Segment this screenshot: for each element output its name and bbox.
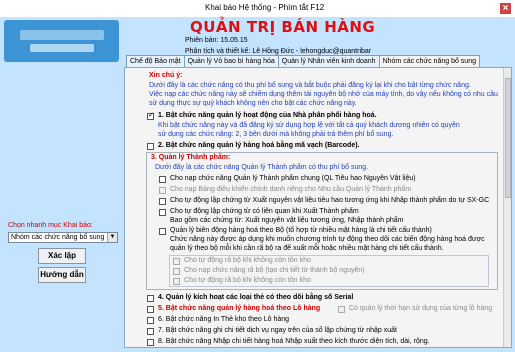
item3-opt1-label: Cho nạp chức năng Quản lý Thành phẩm chu… [170,175,416,182]
sub-opt1-label: Cho tự động rã bộ khi không còn tồn kho [184,257,311,264]
item7-checkbox[interactable] [147,328,154,335]
item3-label: 3. Quản lý Thành phẩm: [151,154,231,161]
item4-checkbox[interactable] [147,295,154,302]
app-title: QUẢN TRỊ BÁN HÀNG [190,18,376,36]
sub-opt3-label: Cho tự động rã bộ khi không còn tồn kho [184,277,311,284]
close-icon[interactable]: × [499,2,512,15]
sub-opt3-checkbox[interactable] [173,278,180,285]
apply-button[interactable]: Xác lập [38,248,86,264]
extra-functions-panel: Xin chú ý: Dưới đây là các chức năng có … [124,67,512,348]
item2-checkbox[interactable] [147,143,154,150]
sub-opt1-checkbox[interactable] [173,258,180,265]
item1-label: 1. Bật chức năng quản lý hoạt động của N… [158,112,377,119]
window-titlebar: Khai báo Hệ thống - Phím tắt F12 × [0,0,515,17]
app-logo [4,20,119,62]
item1-checkbox[interactable] [147,111,154,120]
item3-opt4-note: Bao gồm các chứng từ: Xuất nguyên vật li… [170,217,404,224]
quick-select-dropdown[interactable]: Nhóm các chức năng bổ sung ▼ [8,232,118,243]
intro-line-1: Dưới đây là các chức năng có thu phí bổ … [149,82,471,89]
tab-bar: Chế độ Bảo mật Quản lý Vỏ bao bì hàng hó… [126,55,480,68]
intro-line-3: sử dụng thực sự quý khách không nên cho … [149,100,357,107]
chevron-down-icon[interactable]: ▼ [107,233,117,242]
item3-opt3-checkbox[interactable] [159,198,166,205]
item4-label: 4. Quản lý kích hoạt các loại thẻ có the… [158,294,354,301]
quick-select-label: Chọn nhanh mục Khai báo: [8,222,93,229]
credits-label: Phân tích và thiết kế: Lê Hồng Đức - leh… [185,48,372,55]
help-button[interactable]: Hướng dẫn [38,267,86,283]
vertical-scrollbar[interactable] [503,68,511,347]
item7-label: 7. Bật chức năng ghi chi tiết dịch vụ ng… [158,327,397,334]
intro-line-2: Việc nạp các chức năng này sẽ chiếm dụng… [149,91,498,98]
item5-side-checkbox[interactable] [338,306,345,313]
sub-opt2-label: Cho nạp chức năng rã bộ (tạo chi tiết từ… [184,267,365,274]
item3-opt5-label: Quản lý biên động hàng hoá theo Bộ (tổ h… [170,227,432,234]
main-window: QUẢN TRỊ BÁN HÀNG Phiên bản: 15.05.15 Ph… [0,17,515,352]
item5-checkbox[interactable] [147,306,154,313]
item3-opt2-label: Cho nạp Bảng điều khiển chính danh riêng… [170,186,412,193]
version-label: Phiên bản: 15.05.15 [185,37,248,44]
item5-label: 5. Bật chức năng quản lý hàng hoá theo L… [158,305,321,312]
item3-opt3-label: Cho tự động lập chứng từ Xuất nguyên vật… [170,197,490,204]
tab-sales-staff[interactable]: Quản lý Nhân viên kinh doanh [277,55,380,67]
item8-checkbox[interactable] [147,339,154,346]
tab-packaging[interactable]: Quản lý Vỏ bao bì hàng hóa [183,55,279,67]
sub-opt2-checkbox[interactable] [173,268,180,275]
item3-opt2-checkbox[interactable] [159,187,166,194]
window-title: Khai báo Hệ thống - Phím tắt F12 [205,3,325,12]
scrollbar-thumb[interactable] [505,78,511,198]
item3-opt1-checkbox[interactable] [159,176,166,183]
item8-label: 8. Bật chức năng Nhập chi tiết hàng hoá … [158,338,430,345]
note-title: Xin chú ý: [149,72,183,79]
item6-checkbox[interactable] [147,317,154,324]
quick-select-value: Nhóm các chức năng bổ sung [11,234,105,241]
item5-side-label: Có quản lý thời hạn sử dụng của từng lô … [349,305,493,312]
item3-opt4-checkbox[interactable] [159,209,166,216]
item1-desc-2: sử dụng các chức năng: 2, 3 bên dưới mà … [158,131,394,138]
item3-opt5-note-1: Chức năng này được áp dụng khi muốn chươ… [170,236,485,243]
item3-opt4-label: Cho tự động lập chứng từ có liên quan kh… [170,208,359,215]
item3-opt5-note-2: quản lý theo bộ mỗi khi cần rã bộ ra để … [170,245,444,252]
tab-security[interactable]: Chế độ Bảo mật [126,55,185,67]
item1-desc-1: Khi bật chức năng này và đã đăng ký sử d… [158,122,460,129]
item2-label: 2. Bật chức năng quản lý hàng hoá bằng m… [158,142,360,149]
item3-desc: Dưới đây là các chức năng Quản lý Thành … [155,164,369,171]
item3-opt5-checkbox[interactable] [159,228,166,235]
item6-label: 6. Bật chức năng In Thẻ kho theo Lô hàng [158,316,290,323]
